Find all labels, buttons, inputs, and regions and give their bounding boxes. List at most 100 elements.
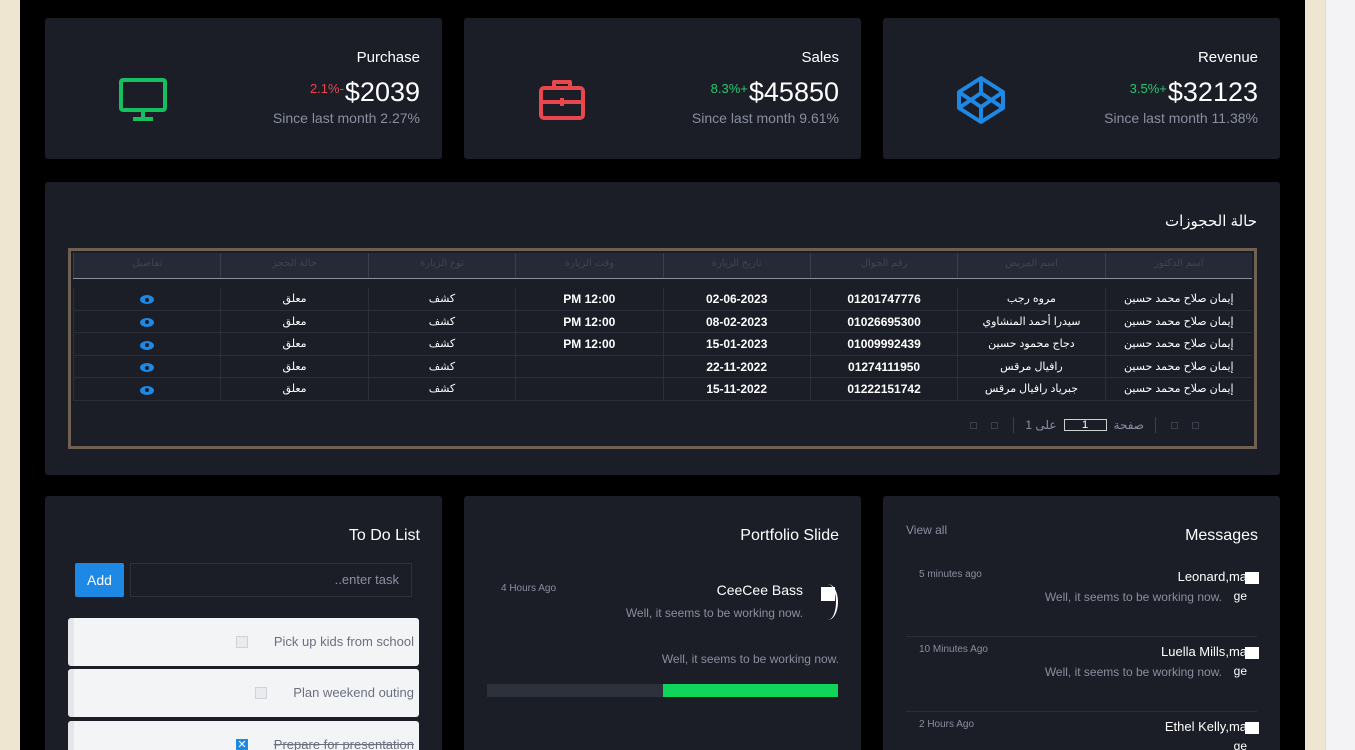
eye-icon[interactable] [140, 295, 155, 305]
progress-bar-fill [662, 684, 838, 697]
cell-status: معلق [220, 310, 367, 333]
stat-title: Purchase [356, 49, 420, 66]
table-row[interactable]: إيمان صلاح محمد حسين سيدرا أحمد المنشاوي… [73, 310, 1252, 334]
message-item[interactable]: Leonard,ma ge Well, it seems to be worki… [906, 562, 1259, 637]
purchase-card: Purchase 2.1%-$2039 Since last month 2.2… [45, 18, 442, 159]
todo-checkbox[interactable] [255, 687, 267, 699]
column-header[interactable]: وقت الزيارة [515, 253, 662, 278]
stat-value: 3.5%+$32123 [1130, 77, 1258, 108]
codepen-icon [957, 76, 1005, 124]
last-page-button[interactable] [970, 421, 978, 429]
first-page-button[interactable] [1192, 421, 1199, 429]
page-number-input[interactable]: 1 [1063, 419, 1107, 431]
cell-phone: 01026695300 [809, 310, 957, 333]
bookings-table-header: اسم الدكتور اسم المريض رقم الجوال تاريخ … [73, 253, 1252, 279]
cell-time [515, 378, 662, 400]
avatar-alt: ma [1228, 569, 1247, 584]
prev-page-button[interactable] [1171, 421, 1178, 429]
page-total: على 1 [1025, 418, 1057, 432]
pager-separator [1013, 417, 1015, 433]
page-label: صفحة [1113, 418, 1144, 432]
message-item[interactable]: Ethel Kelly,ma ge 2 Hours Ago [906, 712, 1259, 750]
cell-date: 22-11-2022 [662, 355, 810, 378]
next-page-button[interactable] [991, 421, 999, 429]
cell-time: PM 12:00 [515, 310, 662, 333]
avatar-image [1245, 722, 1259, 734]
bookings-title: حالة الحجوزات [1164, 213, 1257, 230]
cell-phone: 01009992439 [809, 333, 957, 355]
cell-type: كشف [367, 378, 515, 400]
cell-details [73, 333, 220, 355]
cell-date: 15-11-2022 [662, 378, 810, 400]
cell-doctor: إيمان صلاح محمد حسين [1104, 310, 1252, 333]
cell-phone: 01222151742 [809, 378, 957, 400]
view-all-link[interactable]: View all [906, 523, 947, 537]
column-header[interactable]: اسم المريض [957, 253, 1104, 278]
dashboard-main: Revenue 3.5%+$32123 Since last month 11.… [20, 0, 1305, 750]
stat-subtitle: Since last month 9.61% [691, 110, 839, 126]
cell-doctor: إيمان صلاح محمد حسين [1104, 355, 1252, 378]
message-time: 2 Hours Ago [919, 719, 975, 730]
cell-details [73, 378, 220, 400]
sender-name: Luella Mills [1161, 644, 1226, 659]
stat-amount: $32123 [1167, 77, 1258, 107]
cell-time: PM 12:00 [515, 288, 662, 310]
portfolio-card: Portfolio Slide CeeCee Bass 4 Hours Ago … [464, 496, 861, 750]
table-row[interactable]: إيمان صلاح محمد حسين جبرياد رافيال مرقس … [73, 378, 1252, 401]
cell-type: كشف [367, 355, 515, 378]
avatar-alt-2: ge [1233, 664, 1247, 678]
eye-icon[interactable] [140, 340, 155, 350]
todo-checkbox[interactable] [236, 636, 248, 648]
todo-title: To Do List [348, 527, 420, 544]
table-row[interactable]: إيمان صلاح محمد حسين رافيال مرقس 0127411… [73, 355, 1252, 379]
column-header[interactable]: حالة الحجز [220, 253, 367, 278]
column-header[interactable]: نوع الزيارة [367, 253, 515, 278]
stat-subtitle: Since last month 11.38% [1104, 110, 1258, 126]
todo-item[interactable]: Prepare for presentation ✕ [68, 721, 419, 750]
column-header[interactable]: رقم الجوال [809, 253, 957, 278]
cell-doctor: إيمان صلاح محمد حسين [1104, 378, 1252, 400]
cell-status: معلق [220, 333, 367, 355]
todo-item-text: Pick up kids from school [273, 634, 414, 649]
avatar-alt: ma [1228, 719, 1247, 734]
cell-doctor: إيمان صلاح محمد حسين [1104, 288, 1252, 310]
message-time: 5 minutes ago [919, 569, 982, 580]
column-header[interactable]: اسم الدكتور [1104, 253, 1252, 278]
cell-patient: رافيال مرقس [957, 355, 1104, 378]
cell-date: 08-02-2023 [662, 310, 810, 333]
avatar-alt-2: ge [1233, 739, 1247, 750]
todo-card: To Do List enter task.. Add Pick up kids… [45, 496, 442, 750]
stat-subtitle: Since last month 2.27% [272, 110, 420, 126]
todo-item[interactable]: Pick up kids from school [68, 618, 419, 666]
column-header[interactable]: تاريخ الزيارة [662, 253, 810, 278]
bookings-table-body: إيمان صلاح محمد حسين مروه رجب 0120174777… [73, 288, 1252, 401]
cell-patient: مروه رجب [957, 288, 1104, 310]
todo-checkbox[interactable]: ✕ [236, 739, 248, 750]
table-row[interactable]: إيمان صلاح محمد حسين مروه رجب 0120174777… [73, 288, 1252, 311]
message-sender: Luella Mills,ma [1161, 644, 1247, 659]
cell-type: كشف [367, 333, 515, 355]
todo-item[interactable]: Plan weekend outing [68, 669, 419, 717]
cell-status: معلق [220, 378, 367, 400]
eye-icon[interactable] [140, 317, 155, 327]
stat-change: 2.1%- [309, 81, 344, 96]
bookings-card: حالة الحجوزات اسم الدكتور اسم المريض رقم… [45, 182, 1280, 475]
eye-icon[interactable] [140, 363, 155, 373]
table-row[interactable]: إيمان صلاح محمد حسين دجاج محمود حسين 010… [73, 333, 1252, 356]
cell-details [73, 310, 220, 333]
cell-details [73, 355, 220, 378]
message-time: 10 Minutes Ago [919, 644, 988, 655]
monitor-icon [119, 78, 167, 121]
portfolio-text: Well, it seems to be working now. [661, 652, 839, 666]
message-item[interactable]: Luella Mills,ma ge Well, it seems to be … [906, 637, 1259, 712]
task-input[interactable]: enter task.. [130, 563, 412, 597]
cell-status: معلق [220, 355, 367, 378]
eye-icon[interactable] [140, 385, 155, 395]
column-header[interactable]: تفاصيل [73, 253, 220, 278]
add-task-button[interactable]: Add [75, 563, 124, 597]
stat-title: Sales [801, 49, 839, 66]
page-scroll-strip [1325, 0, 1355, 750]
progress-bar [487, 684, 838, 697]
revenue-card: Revenue 3.5%+$32123 Since last month 11.… [883, 18, 1280, 159]
messages-card: Messages View all Leonard,ma ge Well, it… [883, 496, 1280, 750]
